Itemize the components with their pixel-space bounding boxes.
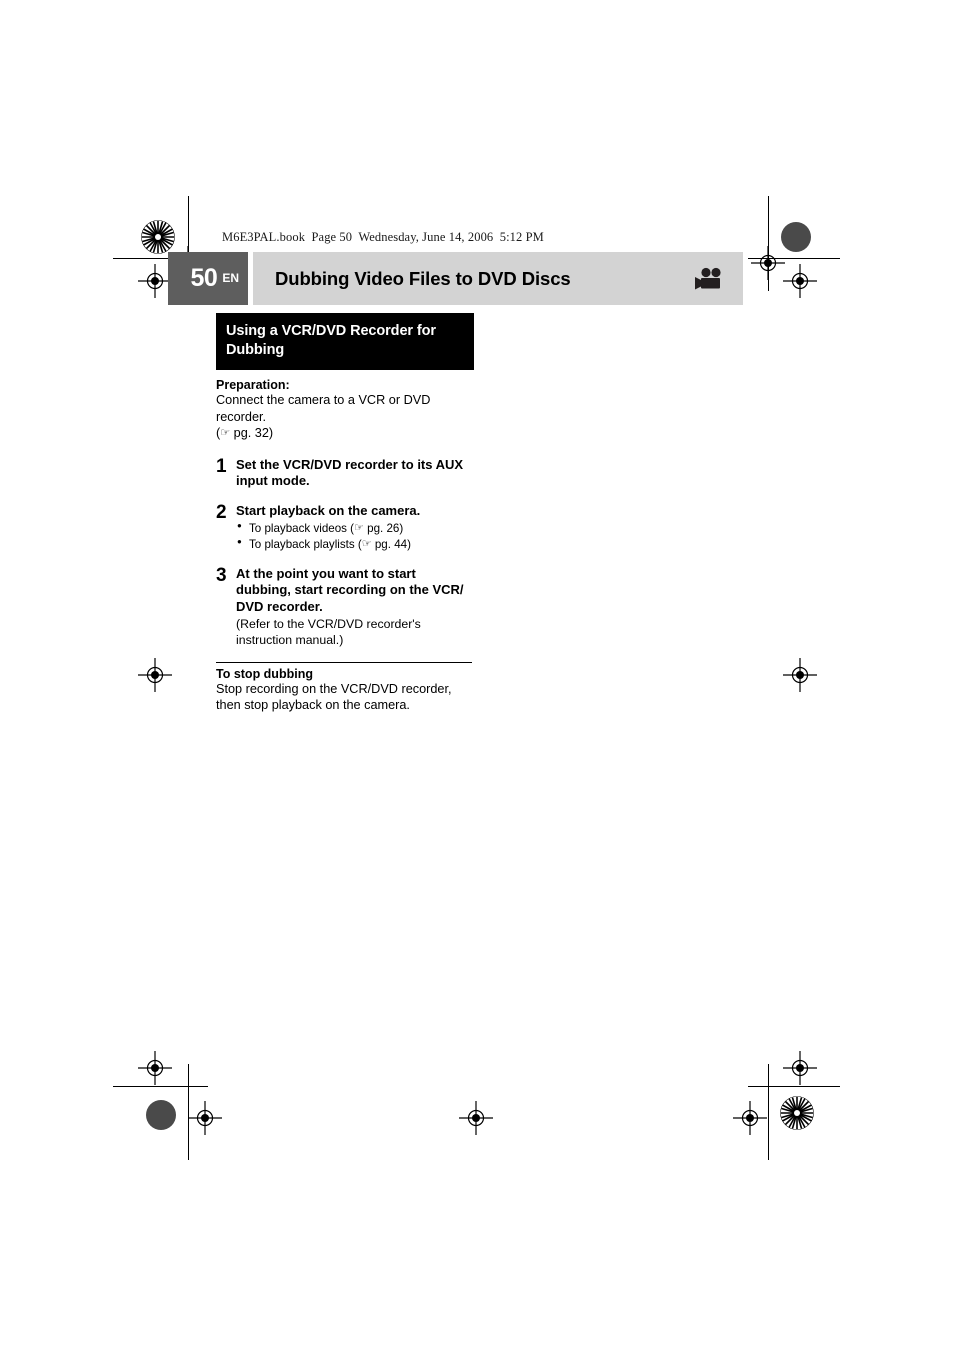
step-number: 2 xyxy=(216,501,227,523)
section-heading-line2: Dubbing xyxy=(226,342,285,359)
crop-mark-line xyxy=(188,1064,189,1160)
crop-mark-line xyxy=(748,1086,840,1087)
registration-mark xyxy=(138,1051,172,1085)
registration-mark xyxy=(751,246,785,280)
stop-dubbing-heading: To stop dubbing xyxy=(216,666,313,681)
page-ref-pointer-icon: ☞ xyxy=(354,521,364,535)
video-camera-icon xyxy=(693,267,725,291)
step-item: 1 Set the VCR/DVD recorder to its AUX in… xyxy=(216,456,474,490)
bullet-text-after: pg. 44) xyxy=(371,537,411,551)
step-note: (Refer to the VCR/DVD recorder's instruc… xyxy=(236,616,421,647)
step-body: Start playback on the camera. To playbac… xyxy=(236,503,474,554)
page-title: Dubbing Video Files to DVD Discs xyxy=(275,267,571,289)
step-body: Set the VCR/DVD recorder to its AUX inpu… xyxy=(236,457,474,490)
registration-mark xyxy=(783,1051,817,1085)
registration-mark xyxy=(459,1101,493,1135)
page-header-bar: 50 EN Dubbing Video Files to DVD Discs xyxy=(168,252,743,305)
section-heading-line1: Using a VCR/DVD Recorder for xyxy=(226,323,436,339)
crop-mark-line xyxy=(748,258,840,259)
step-number: 1 xyxy=(216,456,227,477)
crop-mark-line xyxy=(768,196,769,291)
registration-mark xyxy=(783,658,817,692)
step-body: At the point you want to start dubbing, … xyxy=(236,566,474,649)
star-target-mark xyxy=(780,1096,814,1130)
language-code: EN xyxy=(222,271,239,285)
page-number: 50 xyxy=(190,264,218,292)
preparation-text: Connect the camera to a VCR or DVD recor… xyxy=(216,392,474,441)
step-number: 3 xyxy=(216,565,227,587)
list-item: To playback playlists (☞ pg. 44) xyxy=(236,536,474,553)
crop-mark-line xyxy=(113,1086,208,1087)
registration-mark xyxy=(138,264,172,298)
registration-mark xyxy=(783,264,817,298)
crop-mark-line xyxy=(188,1090,189,1152)
preparation-ref-text: pg. 32) xyxy=(230,425,274,440)
density-target-mark xyxy=(146,1100,176,1130)
preparation-label: Preparation: xyxy=(216,378,290,393)
printer-marks-layer xyxy=(0,0,954,1351)
star-target-mark xyxy=(141,220,175,254)
list-item: To playback videos (☞ pg. 26) xyxy=(236,520,474,537)
bullet-text-after: pg. 26) xyxy=(363,521,404,535)
crop-mark-line xyxy=(768,1064,769,1160)
divider xyxy=(216,661,472,663)
density-target-mark xyxy=(781,222,811,252)
preparation-line1: Connect the camera to a VCR or DVD recor… xyxy=(216,393,431,424)
steps-list: 1 Set the VCR/DVD recorder to its AUX in… xyxy=(216,456,474,649)
stop-dubbing-text: Stop recording on the VCR/DVD recorder, … xyxy=(216,681,452,713)
section-heading: Using a VCR/DVD Recorder for Dubbing xyxy=(216,313,474,371)
step-item: 3 At the point you want to start dubbing… xyxy=(216,565,474,649)
step-bullet-list: To playback videos (☞ pg. 26) To playbac… xyxy=(236,520,474,553)
bullet-text-before: To playback videos ( xyxy=(249,521,355,535)
step-item: 2 Start playback on the camera. To playb… xyxy=(216,501,474,554)
file-header-line: M6E3PAL.book Page 50 Wednesday, June 14,… xyxy=(222,230,544,244)
bullet-text-before: To playback playlists ( xyxy=(249,537,362,551)
registration-mark xyxy=(188,1101,222,1135)
step-title: Set the VCR/DVD recorder to its AUX inpu… xyxy=(236,457,464,489)
step-title: At the point you want to start dubbing, … xyxy=(236,566,464,614)
step-title: Start playback on the camera. xyxy=(236,502,421,518)
page-ref-pointer-icon: ☞ xyxy=(220,426,231,440)
registration-mark xyxy=(138,658,172,692)
registration-mark xyxy=(733,1101,767,1135)
page-number-block: 50 EN xyxy=(168,252,248,305)
chapter-title-block: Dubbing Video Files to DVD Discs xyxy=(253,252,743,305)
page-ref-pointer-icon: ☞ xyxy=(361,537,372,551)
crop-mark-line xyxy=(768,1090,769,1152)
content-column: Using a VCR/DVD Recorder for Dubbing Pre… xyxy=(216,313,474,713)
